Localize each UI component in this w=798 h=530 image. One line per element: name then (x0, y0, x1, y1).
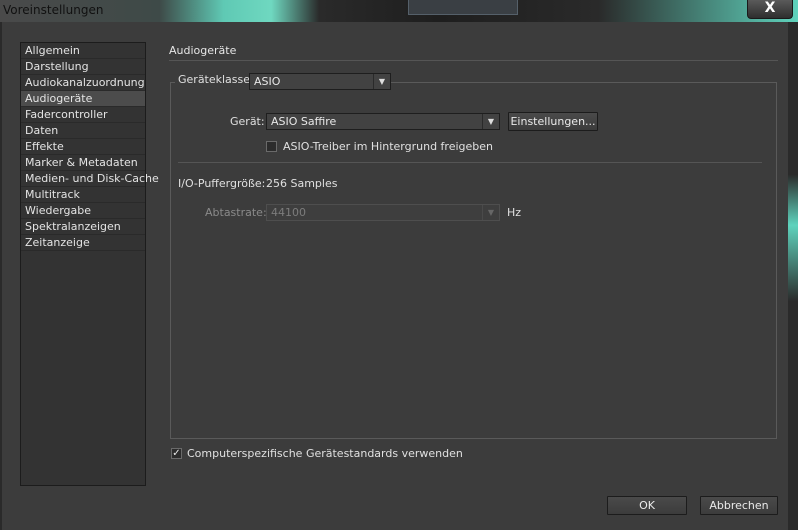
window-title: Voreinstellungen (3, 3, 104, 17)
sidebar-item-darstellung[interactable]: Darstellung (21, 59, 145, 75)
device-class-legend: Geräteklasse: (175, 73, 257, 86)
sidebar-item-fadercontroller[interactable]: Fadercontroller (21, 107, 145, 123)
background-release-checkbox[interactable] (266, 141, 277, 152)
sample-rate-value: 44100 (271, 206, 306, 219)
cancel-button[interactable]: Abbrechen (700, 496, 778, 515)
sidebar-item-allgemein[interactable]: Allgemein (21, 43, 145, 59)
device-settings-button[interactable]: Einstellungen... (508, 112, 598, 131)
sample-rate-label: Abtastrate: (205, 206, 267, 219)
sidebar-item-audiogeraete[interactable]: Audiogeräte (21, 91, 145, 107)
computer-defaults-label: Computerspezifische Gerätestandards verw… (187, 447, 463, 460)
device-class-label: Geräteklasse: (178, 73, 254, 86)
sample-rate-dropdown[interactable]: 44100 ▼ (266, 204, 500, 221)
device-dropdown[interactable]: ASIO Saffire ▼ (266, 113, 500, 130)
title-bar: Voreinstellungen (0, 0, 798, 22)
background-window-fragment (408, 0, 518, 15)
page-title: Audiogeräte (169, 44, 237, 57)
device-label: Gerät: (230, 115, 265, 128)
section-divider (169, 60, 778, 61)
chevron-down-icon: ▼ (482, 205, 499, 220)
computer-defaults-checkbox[interactable]: ✓ (171, 448, 182, 459)
sidebar-item-wiedergabe[interactable]: Wiedergabe (21, 203, 145, 219)
device-class-dropdown[interactable]: ASIO ▼ (249, 73, 391, 90)
sidebar-item-zeitanzeige[interactable]: Zeitanzeige (21, 235, 145, 251)
check-icon: ✓ (172, 448, 181, 459)
device-class-value: ASIO (254, 75, 281, 88)
close-icon: X (764, 0, 776, 16)
sidebar-item-medien-disk-cache[interactable]: Medien- und Disk-Cache (21, 171, 159, 187)
buffer-size-value: 256 Samples (266, 177, 338, 190)
chevron-down-icon: ▼ (482, 114, 499, 129)
category-list[interactable]: Allgemein Darstellung Audiokanalzuordnun… (20, 42, 159, 486)
background-release-label: ASIO-Treiber im Hintergrund freigeben (283, 140, 494, 153)
sidebar-item-multitrack[interactable]: Multitrack (21, 187, 145, 203)
group-divider (178, 162, 762, 163)
device-group-box (170, 82, 777, 439)
buffer-size-label: I/O-Puffergröße: (178, 177, 266, 190)
sample-rate-unit: Hz (507, 206, 522, 219)
sidebar-item-audiokanalzuordnung[interactable]: Audiokanalzuordnung (21, 75, 145, 91)
sidebar-item-spektralanzeigen[interactable]: Spektralanzeigen (21, 219, 145, 235)
ok-button[interactable]: OK (607, 496, 687, 515)
window-frame-right (788, 22, 798, 530)
close-button[interactable]: X (747, 0, 793, 19)
sidebar-item-effekte[interactable]: Effekte (21, 139, 145, 155)
window-frame-left (0, 22, 2, 530)
sidebar-item-daten[interactable]: Daten (21, 123, 145, 139)
sidebar-item-marker-metadaten[interactable]: Marker & Metadaten (21, 155, 145, 171)
chevron-down-icon: ▼ (373, 74, 390, 89)
device-value: ASIO Saffire (271, 115, 337, 128)
